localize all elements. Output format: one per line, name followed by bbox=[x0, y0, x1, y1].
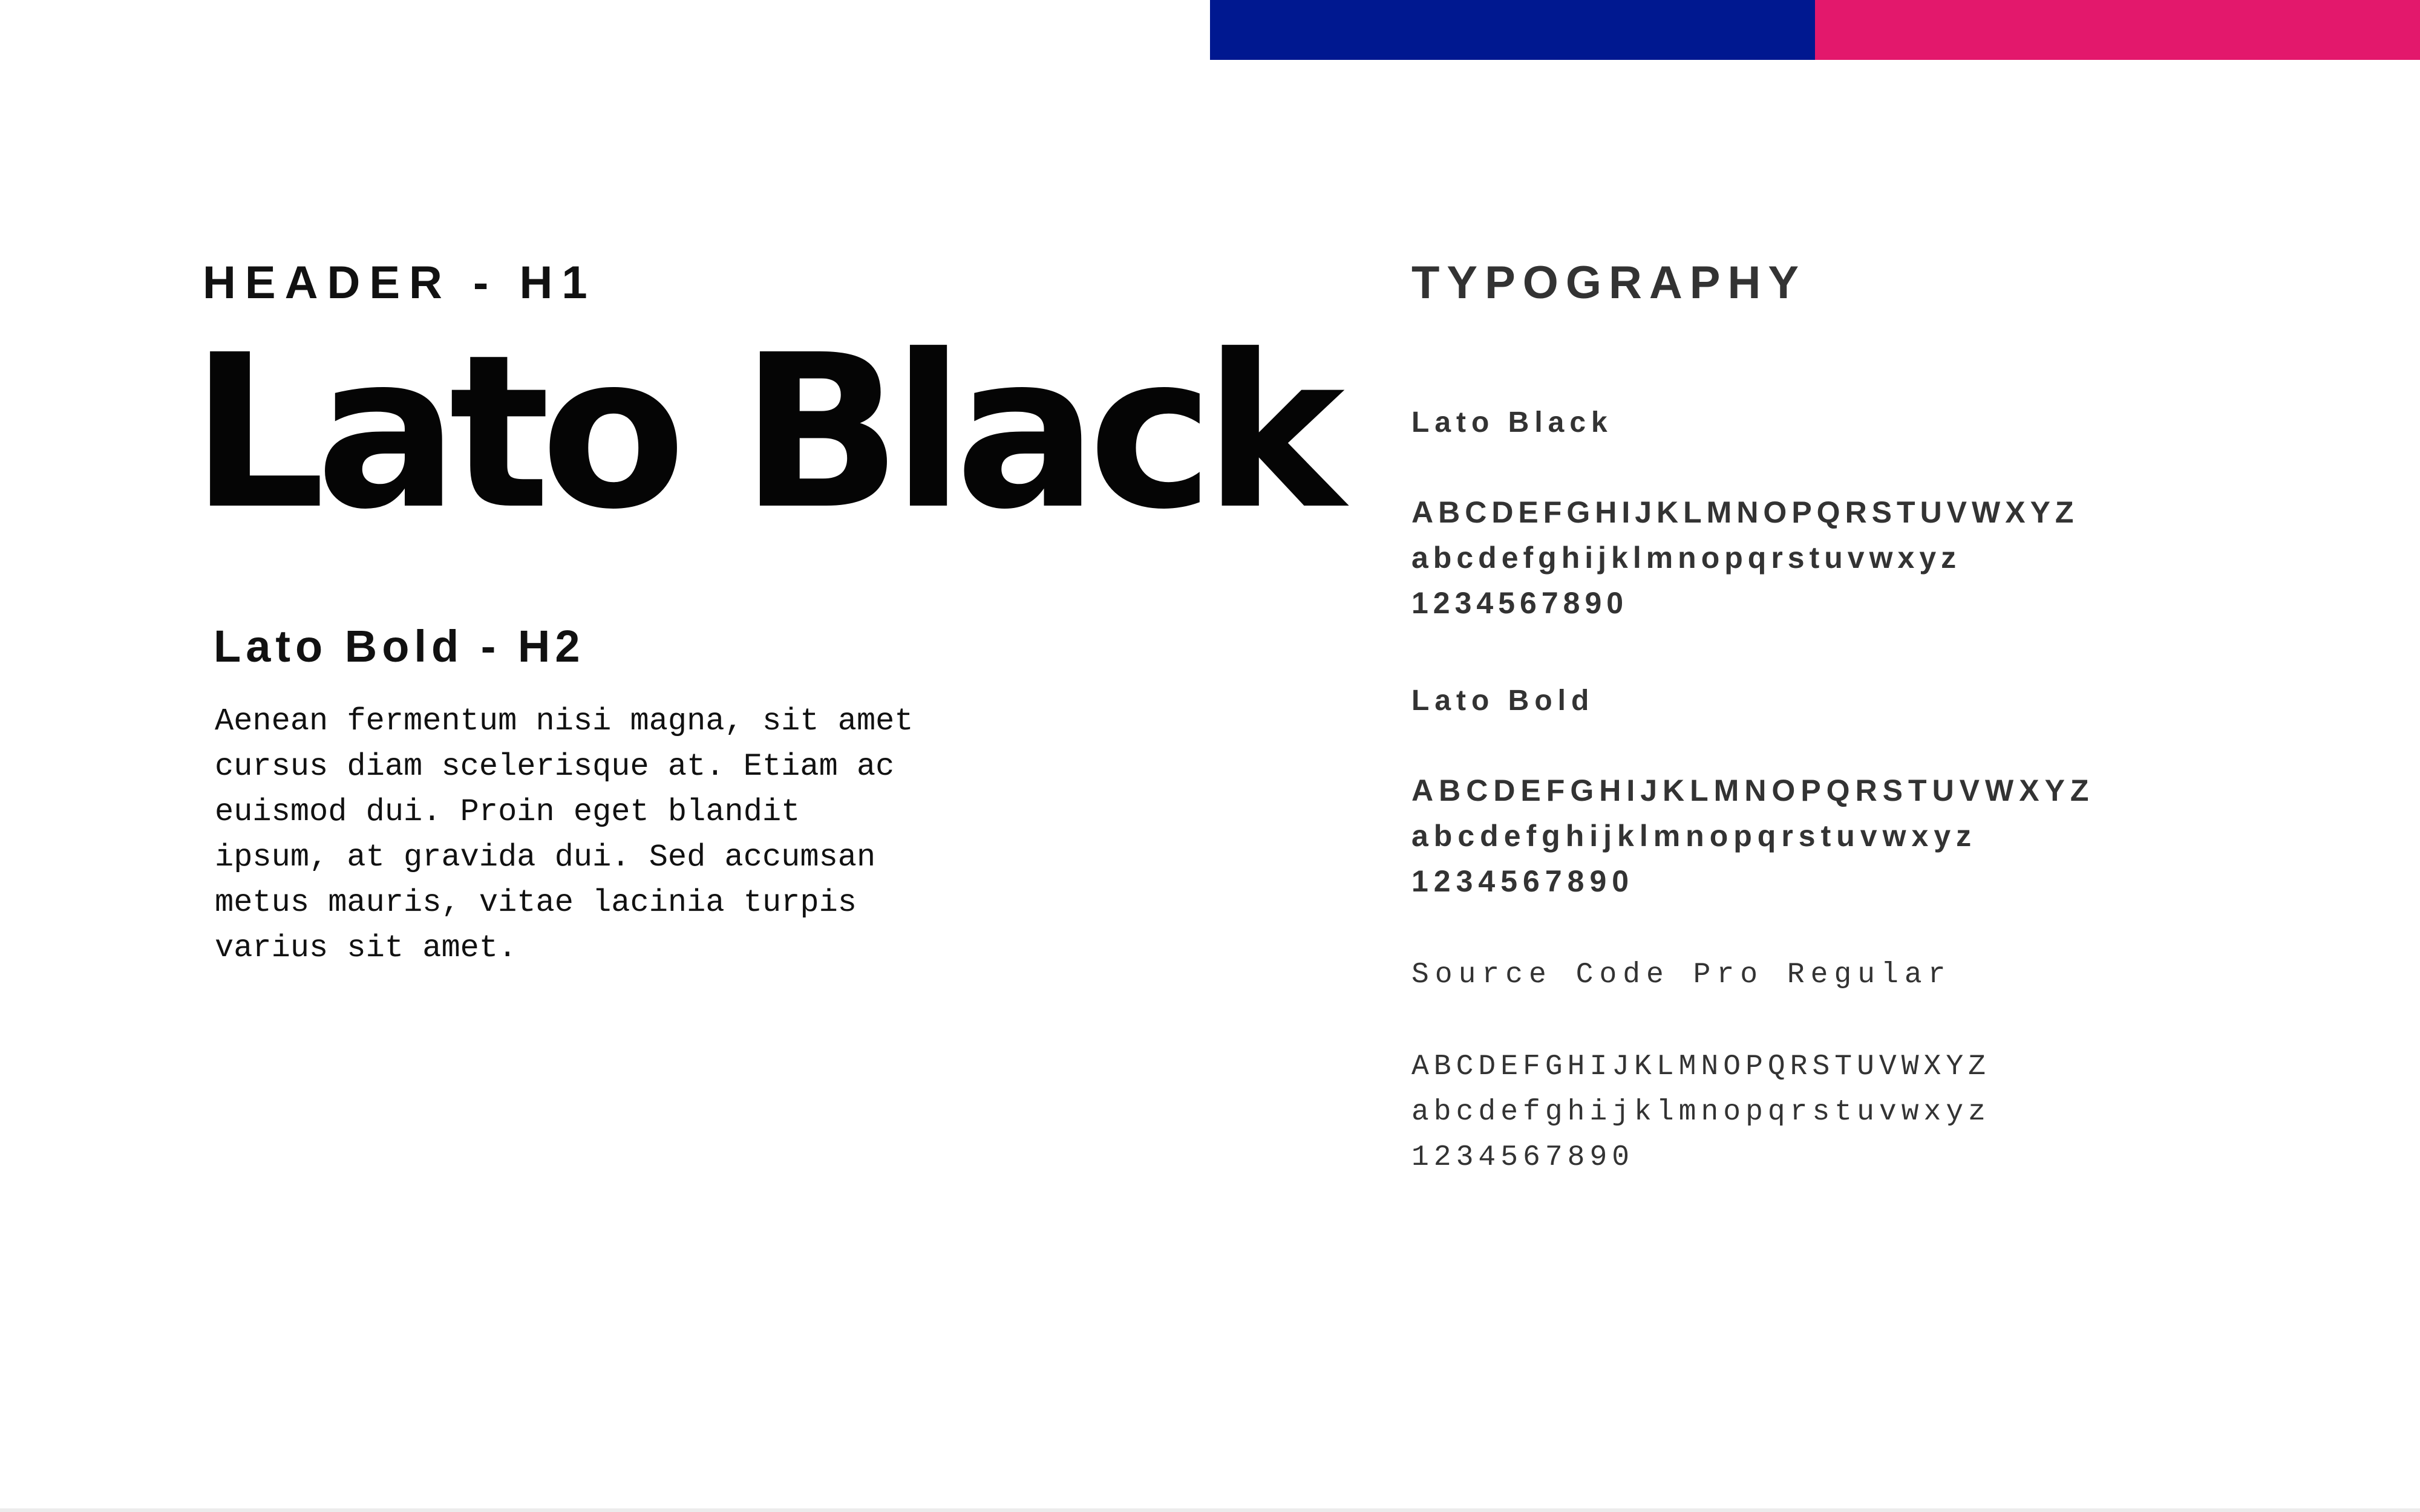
section-title: TYPOGRAPHY bbox=[1411, 257, 1807, 308]
specimen-digits-source-code-pro: 1234567890 bbox=[1411, 1141, 1635, 1174]
accent-bar-blue bbox=[1210, 0, 1815, 60]
specimen-lowercase-lato-black: abcdefghijklmnopqrstuvwxyz bbox=[1411, 541, 1961, 575]
specimen-uppercase-lato-bold: ABCDEFGHIJKLMNOPQRSTUVWXYZ bbox=[1411, 774, 2095, 807]
typography-slide: HEADER - H1 Lato Black Lato Bold - H2 Ae… bbox=[0, 0, 2420, 1512]
specimen-lowercase-source-code-pro: abcdefghijklmnopqrstuvwxyz bbox=[1411, 1096, 1990, 1129]
h1-caption: HEADER - H1 bbox=[203, 257, 597, 308]
specimen-name-lato-black: Lato Black bbox=[1411, 406, 1613, 438]
specimen-uppercase-lato-black: ABCDEFGHIJKLMNOPQRSTUVWXYZ bbox=[1411, 495, 2079, 529]
body-sample-paragraph: Aenean fermentum nisi magna, sit amet cu… bbox=[215, 703, 914, 966]
specimen-name-lato-bold: Lato Bold bbox=[1411, 685, 1595, 717]
h1-sample-text: Lato Black bbox=[191, 309, 1345, 556]
specimen-lowercase-lato-bold: abcdefghijklmnopqrstuvwxyz bbox=[1411, 819, 1977, 853]
specimen-digits-lato-black: 1234567890 bbox=[1411, 586, 1629, 620]
specimen-uppercase-source-code-pro: ABCDEFGHIJKLMNOPQRSTUVWXYZ bbox=[1411, 1051, 1990, 1083]
specimen-name-source-code-pro: Source Code Pro Regular bbox=[1411, 959, 1952, 991]
h2-caption: Lato Bold - H2 bbox=[214, 621, 585, 671]
bottom-divider bbox=[0, 1508, 2420, 1512]
accent-bar-pink bbox=[1815, 0, 2420, 60]
specimen-digits-lato-bold: 1234567890 bbox=[1411, 864, 1635, 898]
